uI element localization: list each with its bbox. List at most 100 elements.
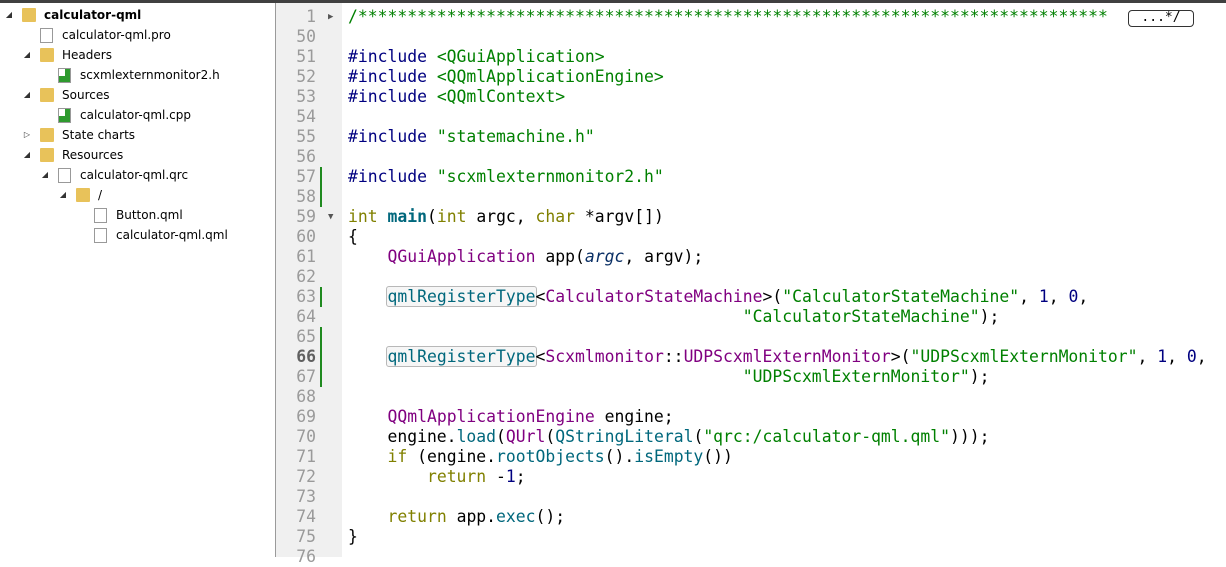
code-line[interactable]: 1 ▶ /*************************************… xyxy=(276,7,1226,27)
expanded-arrow-icon[interactable]: ◢ xyxy=(4,5,14,25)
tree-item-label: calculator-qml.qrc xyxy=(80,168,189,182)
code-line[interactable]: 62 xyxy=(276,267,1226,287)
code-token-pp: #include xyxy=(348,67,437,86)
code-line[interactable]: 59 ▼ int main(int argc, char *argv[]) xyxy=(276,207,1226,227)
tree-item[interactable]: Button.qml xyxy=(0,205,270,225)
code-line[interactable]: 54 xyxy=(276,107,1226,127)
fold-expanded-icon[interactable]: ▼ xyxy=(328,207,333,227)
code-token-ty: Scxmlmonitor xyxy=(545,347,664,366)
tree-item-label: scxmlexternmonitor2.h xyxy=(80,68,220,82)
line-number: 60 xyxy=(296,227,316,246)
code-line[interactable]: 50 xyxy=(276,27,1226,47)
line-number: 54 xyxy=(296,107,316,126)
code-line[interactable]: 66 qmlRegisterType<Scxmlmonitor::UDPScxm… xyxy=(276,346,1226,367)
code-line[interactable]: 65 xyxy=(276,327,1226,347)
code-token-pl: , xyxy=(1167,347,1187,366)
tree-item[interactable]: ▷ State charts xyxy=(0,125,270,145)
code-line[interactable]: 67 "UDPScxmlExternMonitor"); xyxy=(276,367,1226,387)
code-line[interactable]: 61 QGuiApplication app(argc, argv); xyxy=(276,247,1226,267)
code-line[interactable]: 76 xyxy=(276,547,1226,567)
code-line[interactable]: 64 "CalculatorStateMachine"); xyxy=(276,307,1226,327)
code-line[interactable]: 71 if (engine.rootObjects().isEmpty()) xyxy=(276,447,1226,467)
code-token-str: "UDPScxmlExternMonitor" xyxy=(910,347,1138,366)
tree-item[interactable]: ◢ calculator-qml xyxy=(0,5,270,25)
code-token-pp: #include xyxy=(348,47,437,66)
code-line[interactable]: 53 #include <QQmlContext> xyxy=(276,87,1226,107)
code-token-num: 1 xyxy=(505,467,516,486)
tree-item[interactable]: ◢ / xyxy=(0,185,270,205)
code-token-num: 1 xyxy=(1157,347,1168,366)
code-line[interactable]: 72 return -1; xyxy=(276,467,1226,487)
code-token-pl: (); xyxy=(535,507,566,526)
code-text: "UDPScxmlExternMonitor"); xyxy=(348,367,990,387)
tree-item[interactable]: ◢ Resources xyxy=(0,145,270,165)
code-token-fn: rootObjects xyxy=(496,447,605,466)
code-line[interactable]: 63 qmlRegisterType<CalculatorStateMachin… xyxy=(276,286,1226,307)
cpp-file-checked-icon xyxy=(58,108,71,123)
code-line[interactable]: 58 xyxy=(276,187,1226,207)
expanded-arrow-icon[interactable]: ◢ xyxy=(22,85,32,105)
line-number: 76 xyxy=(296,547,316,566)
line-number: 65 xyxy=(296,327,316,346)
code-token-pp: #include xyxy=(348,87,437,106)
code-line[interactable]: 56 xyxy=(276,147,1226,167)
code-token-str: "UDPScxmlExternMonitor" xyxy=(742,367,970,386)
code-line[interactable]: 55 #include "statemachine.h" xyxy=(276,127,1226,147)
line-number: 67 xyxy=(296,367,316,386)
line-number: 59 xyxy=(296,207,316,226)
code-line[interactable]: 75} xyxy=(276,527,1226,547)
folded-region-placeholder[interactable]: ...*/ xyxy=(1128,10,1194,27)
code-line[interactable]: 57 #include "scxmlexternmonitor2.h" xyxy=(276,167,1226,187)
qml-file-icon xyxy=(94,228,107,243)
code-line[interactable]: 51 #include <QGuiApplication> xyxy=(276,47,1226,67)
collapsed-arrow-icon[interactable]: ▷ xyxy=(22,125,32,145)
code-token-pl: :: xyxy=(663,347,684,366)
code-editor[interactable]: 1 ▶ /*************************************… xyxy=(276,3,1226,566)
expanded-arrow-icon[interactable]: ◢ xyxy=(22,145,32,165)
line-number: 68 xyxy=(296,387,316,406)
fold-collapsed-icon[interactable]: ▶ xyxy=(328,7,333,27)
code-token-box: qmlRegisterType xyxy=(386,346,537,367)
code-line[interactable]: 68 xyxy=(276,387,1226,407)
code-token-pl: , xyxy=(1137,347,1158,366)
code-token-fn: QStringLiteral xyxy=(555,427,694,446)
tree-item-label: / xyxy=(98,188,103,202)
code-token-pl: >( xyxy=(762,287,783,306)
code-token-str: "qrc:/calculator-qml.qml" xyxy=(703,427,951,446)
expanded-arrow-icon[interactable]: ◢ xyxy=(22,45,32,65)
code-text: #include <QGuiApplication> xyxy=(348,47,605,67)
line-number: 69 xyxy=(296,407,316,426)
code-token-pl: , argv); xyxy=(624,247,704,266)
tree-item[interactable]: ◢ Headers xyxy=(0,45,270,65)
code-token-pl: >( xyxy=(890,347,911,366)
code-text: /***************************************… xyxy=(348,7,1108,27)
code-token-kw: if xyxy=(387,447,408,466)
tree-item-label: Headers xyxy=(62,48,112,62)
code-line[interactable]: 60 { xyxy=(276,227,1226,247)
code-line[interactable]: 74 return app.exec(); xyxy=(276,507,1226,527)
tree-item[interactable]: calculator-qml.pro xyxy=(0,25,270,45)
code-text: return -1; xyxy=(348,467,526,487)
code-text: #include <QQmlContext> xyxy=(348,87,565,107)
expanded-arrow-icon[interactable]: ◢ xyxy=(58,185,68,205)
line-number: 58 xyxy=(296,187,316,206)
tree-item-label: calculator-qml.cpp xyxy=(80,108,192,122)
change-marker xyxy=(320,287,322,307)
code-line[interactable]: 73 xyxy=(276,487,1226,507)
code-line[interactable]: 52 #include <QQmlApplicationEngine> xyxy=(276,67,1226,87)
tree-item[interactable]: calculator-qml.qml xyxy=(0,225,270,245)
code-line[interactable]: 70 engine.load(QUrl(QStringLiteral("qrc:… xyxy=(276,427,1226,447)
expanded-arrow-icon[interactable]: ◢ xyxy=(40,165,50,185)
tree-item[interactable]: ◢ Sources xyxy=(0,85,270,105)
code-line[interactable]: 69 QQmlApplicationEngine engine; xyxy=(276,407,1226,427)
code-token-pl: ); xyxy=(969,367,990,386)
tree-item[interactable]: scxmlexternmonitor2.h xyxy=(0,65,270,85)
project-tree[interactable]: ◢ calculator-qml calculator-qml.pro ◢ Header… xyxy=(0,3,276,557)
line-number: 51 xyxy=(296,47,316,66)
tree-item[interactable]: calculator-qml.cpp xyxy=(0,105,270,125)
code-token-num: 0 xyxy=(1068,287,1079,306)
tree-item[interactable]: ◢ calculator-qml.qrc xyxy=(0,165,270,185)
